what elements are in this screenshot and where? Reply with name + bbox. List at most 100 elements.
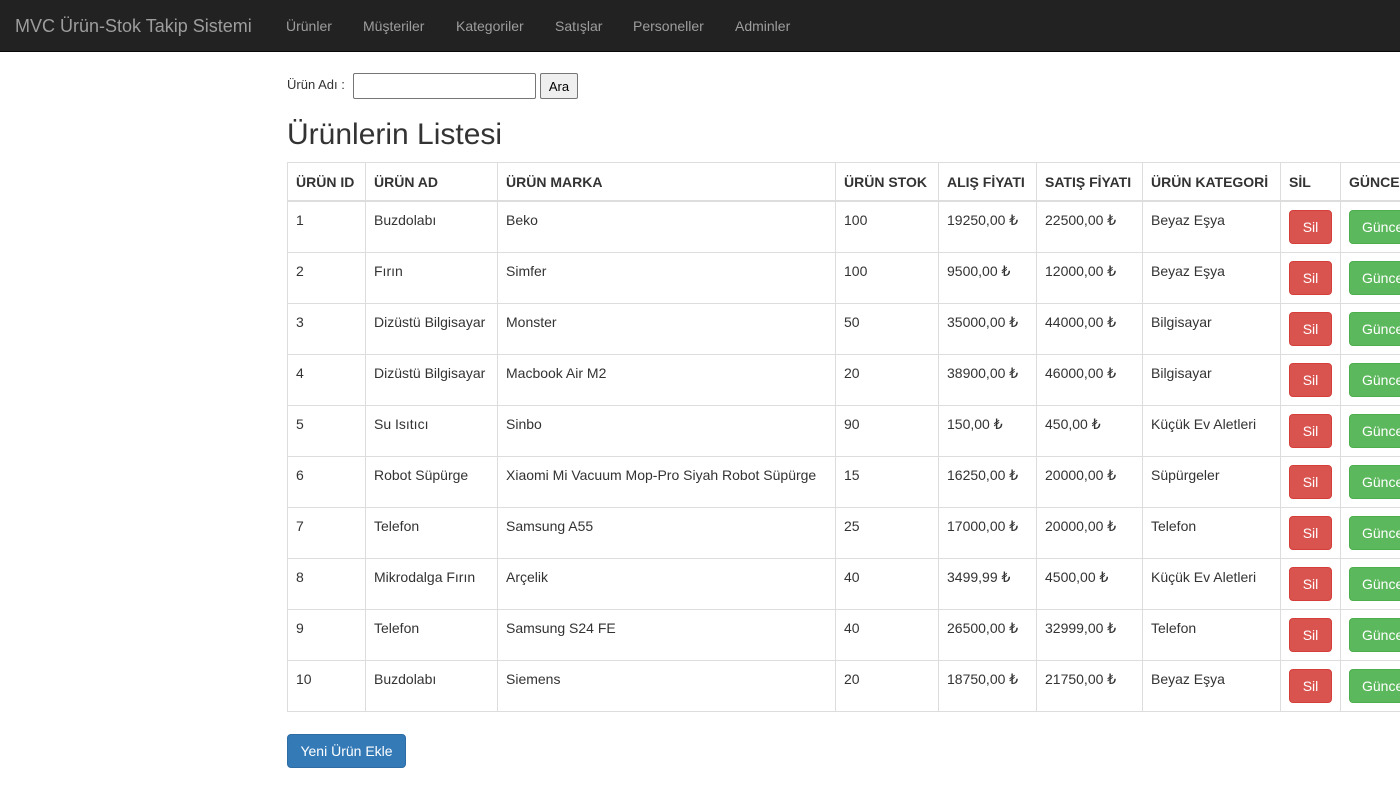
cell-buy-price: 150,00 ₺	[938, 404, 1037, 457]
cell-update: Güncelle	[1340, 353, 1400, 406]
delete-button[interactable]: Sil	[1289, 260, 1332, 295]
cell-delete: Sil	[1280, 557, 1341, 610]
delete-button[interactable]: Sil	[1289, 311, 1332, 346]
cell-category: Beyaz Eşya	[1142, 251, 1281, 304]
delete-button[interactable]: Sil	[1289, 515, 1332, 550]
cell-stock: 50	[835, 302, 939, 355]
nav-item-adminler[interactable]: Adminler	[735, 16, 790, 36]
search-label: Ürün Adı :	[287, 77, 345, 92]
cell-name: Buzdolabı	[365, 659, 498, 712]
cell-name: Robot Süpürge	[365, 455, 498, 508]
cell-brand: Simfer	[497, 251, 836, 304]
cell-delete: Sil	[1280, 251, 1341, 304]
cell-buy-price: 35000,00 ₺	[938, 302, 1037, 355]
cell-sell-price: 12000,00 ₺	[1036, 251, 1143, 304]
products-table: ÜRÜN ID ÜRÜN AD ÜRÜN MARKA ÜRÜN STOK ALI…	[287, 162, 1400, 712]
add-product-button[interactable]: Yeni Ürün Ekle	[287, 734, 406, 768]
header-buy-price: ALIŞ FİYATI	[938, 162, 1037, 202]
cell-update: Güncelle	[1340, 302, 1400, 355]
cell-delete: Sil	[1280, 455, 1341, 508]
cell-id: 9	[287, 608, 366, 661]
update-button[interactable]: Güncelle	[1349, 617, 1400, 652]
cell-category: Telefon	[1142, 608, 1281, 661]
cell-update: Güncelle	[1340, 251, 1400, 304]
cell-update: Güncelle	[1340, 404, 1400, 457]
cell-update: Güncelle	[1340, 557, 1400, 610]
cell-brand: Samsung A55	[497, 506, 836, 559]
nav-item-personeller[interactable]: Personeller	[633, 16, 704, 36]
delete-button[interactable]: Sil	[1289, 464, 1332, 499]
delete-button[interactable]: Sil	[1289, 566, 1332, 601]
cell-sell-price: 21750,00 ₺	[1036, 659, 1143, 712]
cell-stock: 20	[835, 659, 939, 712]
cell-category: Bilgisayar	[1142, 353, 1281, 406]
update-button[interactable]: Güncelle	[1349, 413, 1400, 448]
update-button[interactable]: Güncelle	[1349, 210, 1400, 244]
search-button[interactable]: Ara	[540, 73, 578, 99]
update-button[interactable]: Güncelle	[1349, 311, 1400, 346]
cell-update: Güncelle	[1340, 608, 1400, 661]
cell-name: Su Isıtıcı	[365, 404, 498, 457]
delete-button[interactable]: Sil	[1289, 668, 1332, 703]
delete-button[interactable]: Sil	[1289, 210, 1332, 244]
cell-id: 10	[287, 659, 366, 712]
cell-stock: 40	[835, 608, 939, 661]
update-button[interactable]: Güncelle	[1349, 668, 1400, 703]
cell-id: 5	[287, 404, 366, 457]
delete-button[interactable]: Sil	[1289, 413, 1332, 448]
cell-buy-price: 18750,00 ₺	[938, 659, 1037, 712]
brand-link[interactable]: MVC Ürün-Stok Takip Sistemi	[15, 15, 252, 37]
cell-name: Dizüstü Bilgisayar	[365, 353, 498, 406]
cell-delete: Sil	[1280, 200, 1341, 253]
top-navbar: MVC Ürün-Stok Takip Sistemi Ürünler Müşt…	[0, 0, 1400, 52]
cell-name: Telefon	[365, 608, 498, 661]
cell-stock: 90	[835, 404, 939, 457]
cell-buy-price: 19250,00 ₺	[938, 200, 1037, 253]
cell-sell-price: 20000,00 ₺	[1036, 506, 1143, 559]
update-button[interactable]: Güncelle	[1349, 362, 1400, 397]
header-brand: ÜRÜN MARKA	[497, 162, 836, 202]
cell-stock: 100	[835, 251, 939, 304]
cell-category: Beyaz Eşya	[1142, 200, 1281, 253]
cell-brand: Sinbo	[497, 404, 836, 457]
table-header-row: ÜRÜN ID ÜRÜN AD ÜRÜN MARKA ÜRÜN STOK ALI…	[287, 162, 1400, 202]
cell-brand: Siemens	[497, 659, 836, 712]
update-button[interactable]: Güncelle	[1349, 260, 1400, 295]
cell-update: Güncelle	[1340, 506, 1400, 559]
cell-delete: Sil	[1280, 608, 1341, 661]
cell-stock: 25	[835, 506, 939, 559]
header-id: ÜRÜN ID	[287, 162, 366, 202]
cell-delete: Sil	[1280, 659, 1341, 712]
cell-update: Güncelle	[1340, 455, 1400, 508]
delete-button[interactable]: Sil	[1289, 617, 1332, 652]
delete-button[interactable]: Sil	[1289, 362, 1332, 397]
cell-name: Buzdolabı	[365, 200, 498, 253]
cell-buy-price: 17000,00 ₺	[938, 506, 1037, 559]
table-row: 1 Buzdolabı Beko 100 19250,00 ₺ 22500,00 ₺ Bey…	[287, 200, 1400, 253]
nav-item-satislar[interactable]: Satışlar	[555, 16, 602, 36]
nav-item-urunler[interactable]: Ürünler	[286, 16, 332, 36]
table-row: 4 Dizüstü Bilgisayar Macbook Air M2 20 38900…	[287, 353, 1400, 406]
header-category: ÜRÜN KATEGORİ	[1142, 162, 1281, 202]
update-button[interactable]: Güncelle	[1349, 515, 1400, 550]
nav-item-kategoriler[interactable]: Kategoriler	[456, 16, 524, 36]
nav-item-musteriler[interactable]: Müşteriler	[363, 16, 424, 36]
cell-id: 4	[287, 353, 366, 406]
table-row: 9 Telefon Samsung S24 FE 40 26500,00 ₺ 32999,…	[287, 608, 1400, 661]
cell-category: Telefon	[1142, 506, 1281, 559]
header-sell-price: SATIŞ FİYATI	[1036, 162, 1143, 202]
cell-delete: Sil	[1280, 404, 1341, 457]
update-button[interactable]: Güncelle	[1349, 464, 1400, 499]
update-button[interactable]: Güncelle	[1349, 566, 1400, 601]
cell-buy-price: 16250,00 ₺	[938, 455, 1037, 508]
cell-category: Küçük Ev Aletleri	[1142, 557, 1281, 610]
cell-category: Küçük Ev Aletleri	[1142, 404, 1281, 457]
search-input[interactable]	[353, 73, 536, 99]
cell-delete: Sil	[1280, 506, 1341, 559]
cell-name: Dizüstü Bilgisayar	[365, 302, 498, 355]
cell-brand: Beko	[497, 200, 836, 253]
cell-stock: 20	[835, 353, 939, 406]
cell-update: Güncelle	[1340, 659, 1400, 712]
cell-id: 8	[287, 557, 366, 610]
table-row: 8 Mikrodalga Fırın Arçelik 40 3499,99 ₺ 4500,…	[287, 557, 1400, 610]
